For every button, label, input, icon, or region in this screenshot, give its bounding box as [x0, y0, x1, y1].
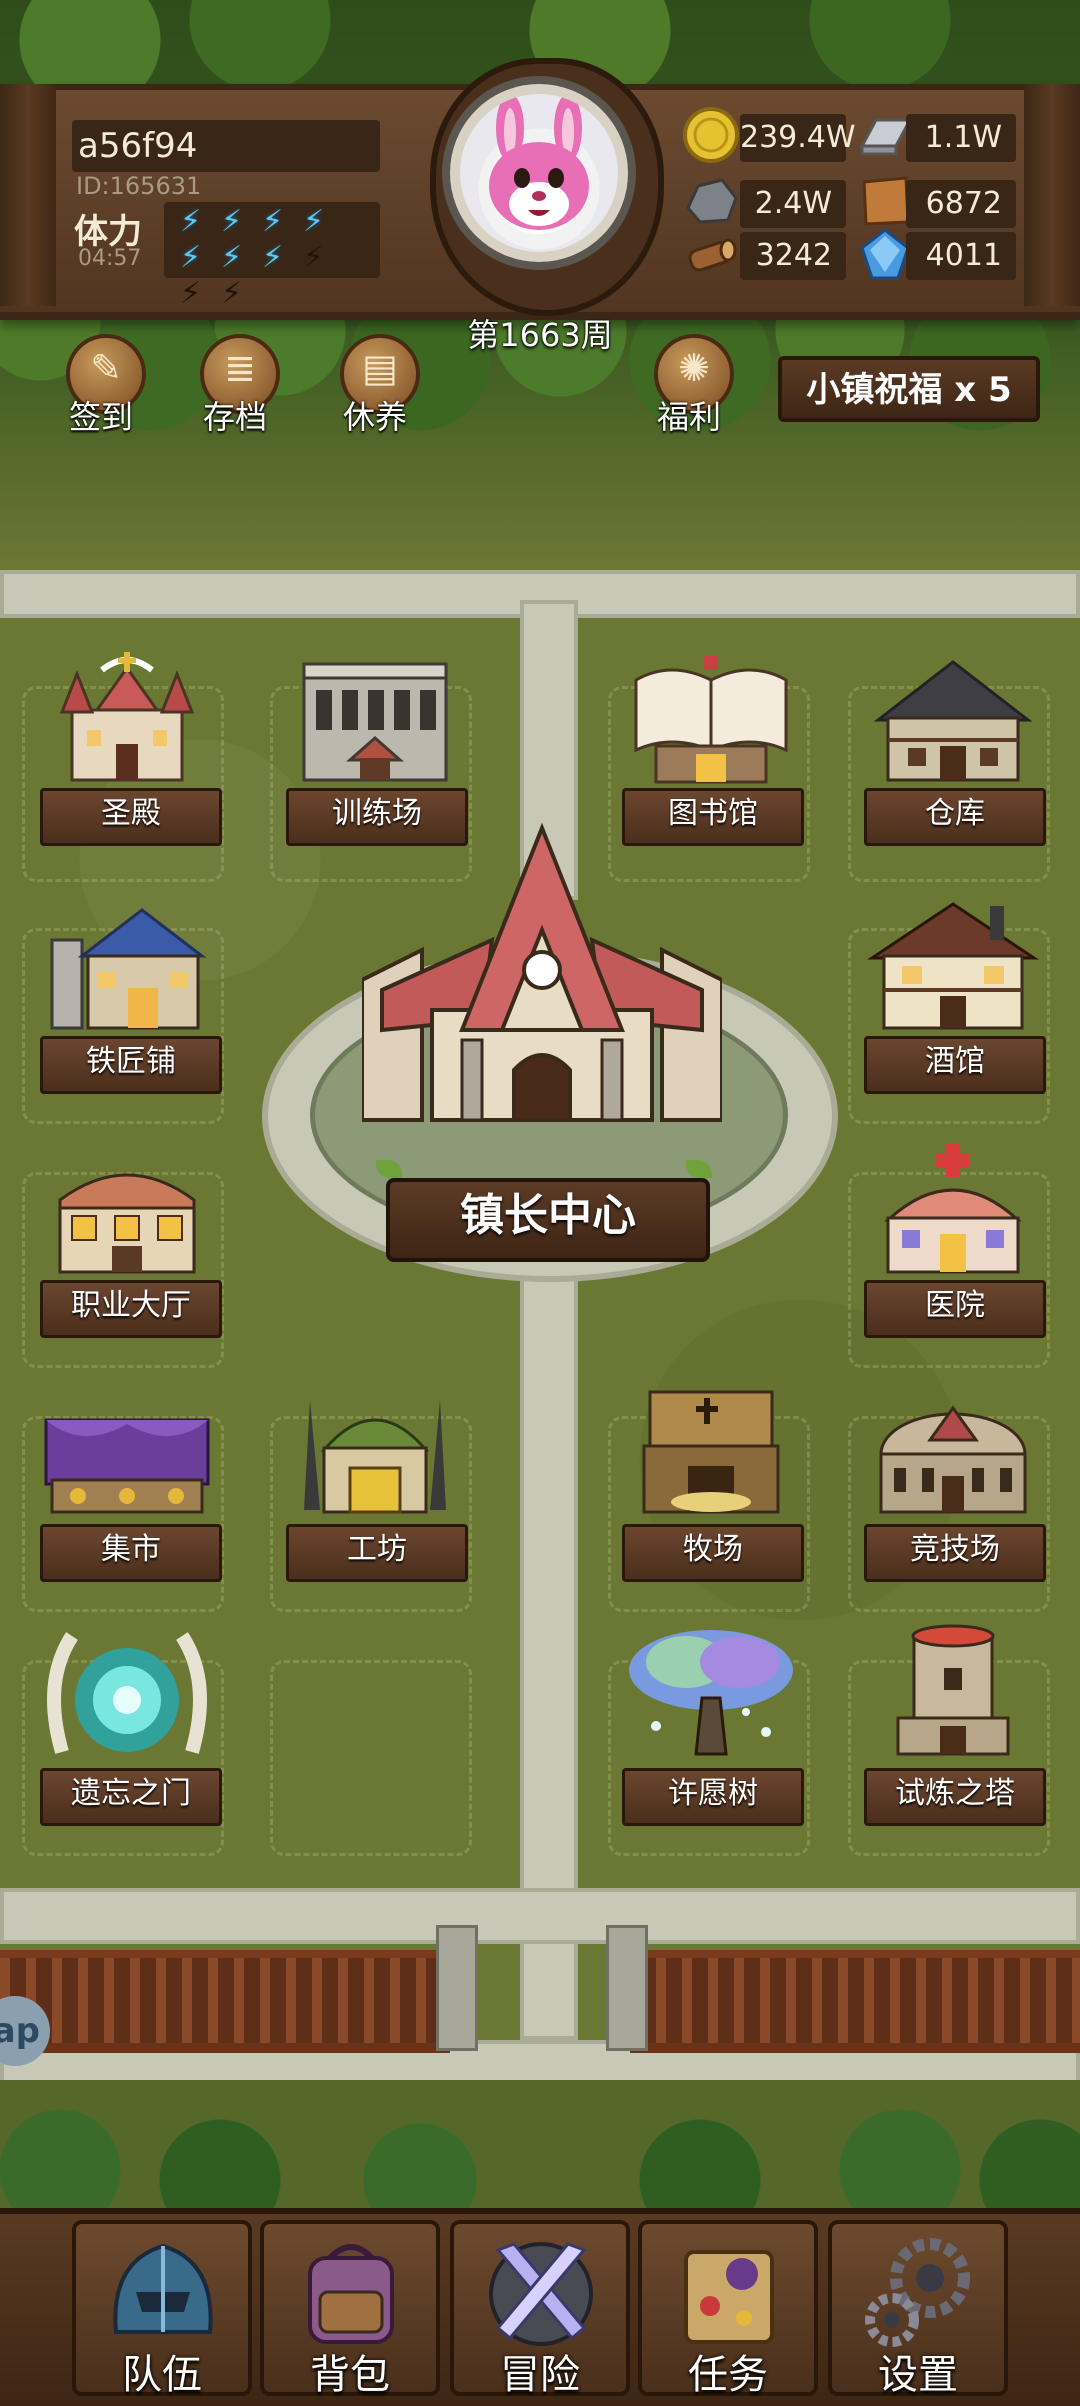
temple-icon: [59, 652, 195, 782]
week-counter: 第1663周: [467, 316, 613, 354]
market-icon: [44, 1418, 210, 1514]
stamina-bolt-icon: ⚡: [179, 276, 202, 311]
save-label: 存档: [202, 398, 267, 436]
fence-left: [0, 1950, 450, 2053]
nav-team-label: 队伍: [122, 2352, 202, 2398]
gold-amount: 239.4W: [740, 114, 856, 162]
hud-post-right: [1024, 84, 1080, 306]
road-lower: [0, 1888, 1080, 1944]
label-forgotten-gate[interactable]: 遗忘之门: [40, 1768, 222, 1826]
training-ground-icon: [302, 662, 448, 782]
stamina-bolt-icon: ⚡: [179, 240, 202, 275]
rest-label: 休养: [342, 398, 407, 436]
stamina-bolt-icon: ⚡: [220, 276, 243, 311]
iron-amount: 1.1W: [906, 114, 1016, 162]
label-warehouse[interactable]: 仓库: [864, 788, 1046, 846]
stamina-timer: 04:57: [78, 246, 142, 271]
gears-icon: [865, 2238, 970, 2347]
nav-quests[interactable]: 任务: [638, 2220, 818, 2398]
nav-settings-label: 设置: [878, 2352, 958, 2398]
stamina-bolt-icon: ⚡: [220, 204, 243, 239]
quest-scroll-icon: [684, 2250, 774, 2344]
label-wishing-tree[interactable]: 许愿树: [622, 1768, 804, 1826]
player-name: a56f94: [72, 120, 380, 172]
tavern-icon: [867, 902, 1039, 1030]
nav-team[interactable]: 队伍: [72, 2220, 252, 2398]
wood-log-icon: [688, 238, 737, 272]
save-button[interactable]: ≣ 存档: [180, 328, 290, 438]
hospital-icon: [884, 1144, 1022, 1274]
label-arena[interactable]: 竞技场: [864, 1524, 1046, 1582]
label-job-hall[interactable]: 职业大厅: [40, 1280, 222, 1338]
helmet-icon: [113, 2243, 213, 2334]
label-market[interactable]: 集市: [40, 1524, 222, 1582]
nav-adventure[interactable]: 冒险: [450, 2220, 630, 2398]
rabbit-avatar-icon: [489, 94, 589, 230]
leather-amount: 6872: [906, 180, 1016, 228]
rest-button[interactable]: ▤ 休养: [320, 328, 430, 438]
gate-post-right: [606, 1925, 648, 2051]
gate-post-left: [436, 1925, 478, 2051]
label-workshop[interactable]: 工坊: [286, 1524, 468, 1582]
stamina-bolt-icon: ⚡: [261, 240, 284, 275]
fence-right: [630, 1950, 1080, 2053]
hud-post-left: [0, 84, 56, 306]
stone-icon: [686, 178, 738, 224]
label-trial-tower[interactable]: 试炼之塔: [864, 1768, 1046, 1826]
library-icon: [634, 656, 788, 784]
label-hospital[interactable]: 医院: [864, 1280, 1046, 1338]
stamina-bolt-icon: ⚡: [179, 204, 202, 239]
label-blacksmith[interactable]: 铁匠铺: [40, 1036, 222, 1094]
nav-adventure-label: 冒险: [500, 2352, 580, 2398]
stone-amount: 2.4W: [740, 180, 846, 228]
empty-plot[interactable]: [270, 1660, 472, 1856]
label-tavern[interactable]: 酒馆: [864, 1036, 1046, 1094]
job-hall-icon: [58, 1173, 196, 1274]
forest-bottom: [0, 2080, 1080, 2220]
label-town-hall[interactable]: 镇长中心: [386, 1178, 710, 1262]
tower-icon: [896, 1624, 1010, 1756]
blacksmith-icon: [50, 908, 207, 1030]
label-temple[interactable]: 圣殿: [40, 788, 222, 846]
stamina-meter: ⚡ ⚡ ⚡ ⚡ ⚡ ⚡ ⚡ ⚡ ⚡ ⚡: [164, 202, 380, 311]
label-ranch[interactable]: 牧场: [622, 1524, 804, 1582]
portal-icon: [47, 1632, 207, 1754]
nav-backpack-label: 背包: [310, 2352, 390, 2398]
arena-icon: [879, 1405, 1027, 1514]
nav-quests-label: 任务: [688, 2352, 768, 2398]
town-blessing-button[interactable]: 小镇祝福 x 5: [778, 356, 1040, 422]
wishing-tree-icon: [629, 1630, 793, 1756]
ranch-icon: [642, 1390, 780, 1514]
wood-amount: 3242: [740, 232, 846, 280]
warehouse-icon: [873, 660, 1033, 782]
player-id: ID:165631: [76, 172, 202, 200]
crossed-swords-icon: [489, 2242, 593, 2346]
nav-settings[interactable]: 设置: [828, 2220, 1008, 2398]
gold-coin-icon: [683, 107, 739, 163]
checkin-label: 签到: [68, 398, 133, 436]
workshop-icon: [304, 1400, 446, 1514]
stamina-bolt-icon: ⚡: [220, 240, 243, 275]
welfare-button[interactable]: ✺ 福利: [634, 328, 744, 438]
welfare-label: 福利: [656, 398, 721, 436]
stamina-bolt-icon: ⚡: [302, 240, 325, 275]
crystal-amount: 4011: [906, 232, 1016, 280]
stamina-bolt-icon: ⚡: [302, 204, 325, 239]
avatar[interactable]: [460, 94, 618, 252]
nav-backpack[interactable]: 背包: [260, 2220, 440, 2398]
town-hall-icon: [360, 822, 724, 1122]
stamina-bolt-icon: ⚡: [261, 204, 284, 239]
building-town-hall[interactable]: [360, 820, 724, 1160]
backpack-icon: [308, 2244, 394, 2344]
checkin-button[interactable]: ✎ 签到: [46, 328, 156, 438]
